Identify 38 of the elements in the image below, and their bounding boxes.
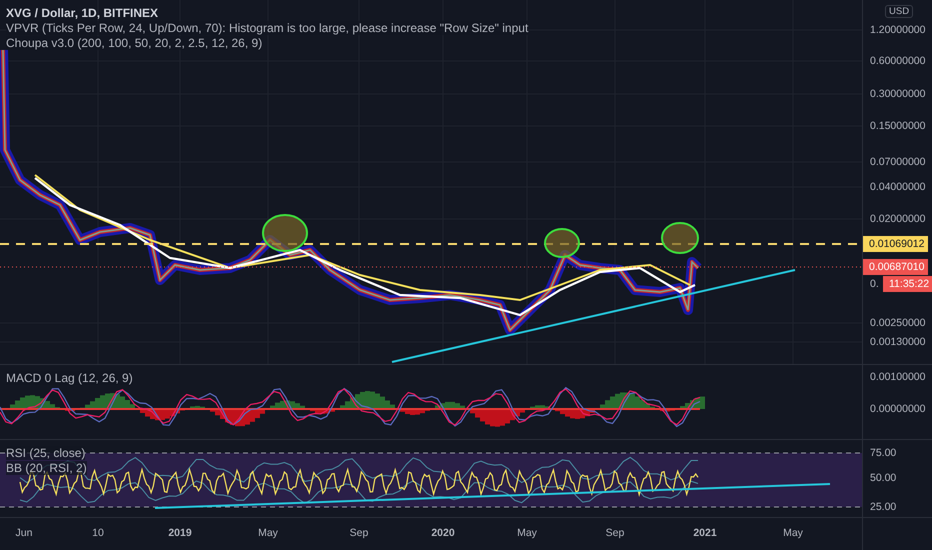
countdown-label: 11:35:22 — [883, 276, 932, 292]
price-tick: 0.30000000 — [870, 88, 926, 100]
macd-tick: 0.00000000 — [870, 403, 926, 415]
indicator-legend: VPVR (Ticks Per Row, 24, Up/Down, 70): Histogram is too large, please increase "Row Size" input — [6, 21, 528, 35]
chart-title: XVG / Dollar, 1D, BITFINEX — [6, 6, 160, 20]
time-label: 10 — [92, 527, 104, 539]
indicator-legend: RSI (25, close) — [6, 446, 86, 460]
circle-marker — [544, 228, 580, 258]
currency-label: USD — [885, 5, 914, 18]
price-tick: 0.00130000 — [870, 336, 926, 348]
time-label: Sep — [350, 527, 368, 539]
indicator-legend: MACD 0 Lag (12, 26, 9) — [6, 371, 133, 385]
indicator-legend: BB (20, RSI, 2) — [6, 461, 87, 475]
price-tick: 0. — [870, 278, 879, 290]
time-label: May — [258, 527, 278, 539]
rsi-tick: 25.00 — [870, 501, 896, 513]
last-price-label: 0.00687010 — [863, 259, 928, 275]
price-tick: 0.07000000 — [870, 156, 926, 168]
circle-marker — [262, 214, 308, 252]
time-label: Sep — [606, 527, 624, 539]
macd-tick: 0.00100000 — [870, 371, 926, 383]
rsi-tick: 50.00 — [870, 472, 896, 484]
time-label: May — [517, 527, 537, 539]
rsi-tick: 75.00 — [870, 447, 896, 459]
time-label: 2021 — [693, 527, 717, 539]
price-tick: 0.04000000 — [870, 181, 926, 193]
time-label: 2020 — [431, 527, 455, 539]
circle-marker — [661, 222, 699, 254]
time-label: Jun — [16, 527, 32, 539]
time-label: May — [783, 527, 803, 539]
price-tick: 0.00250000 — [870, 317, 926, 329]
price-tick: 0.02000000 — [870, 213, 926, 225]
price-tick: 0.60000000 — [870, 55, 926, 67]
time-label: 2019 — [168, 527, 192, 539]
indicator-legend: Choupa v3.0 (200, 100, 50, 20, 2, 2.5, 12, 26, 9) — [6, 36, 262, 50]
price-tick: 0.15000000 — [870, 120, 926, 132]
price-tick: 1.20000000 — [870, 24, 926, 36]
level-price-label: 0.01069012 — [863, 236, 928, 252]
